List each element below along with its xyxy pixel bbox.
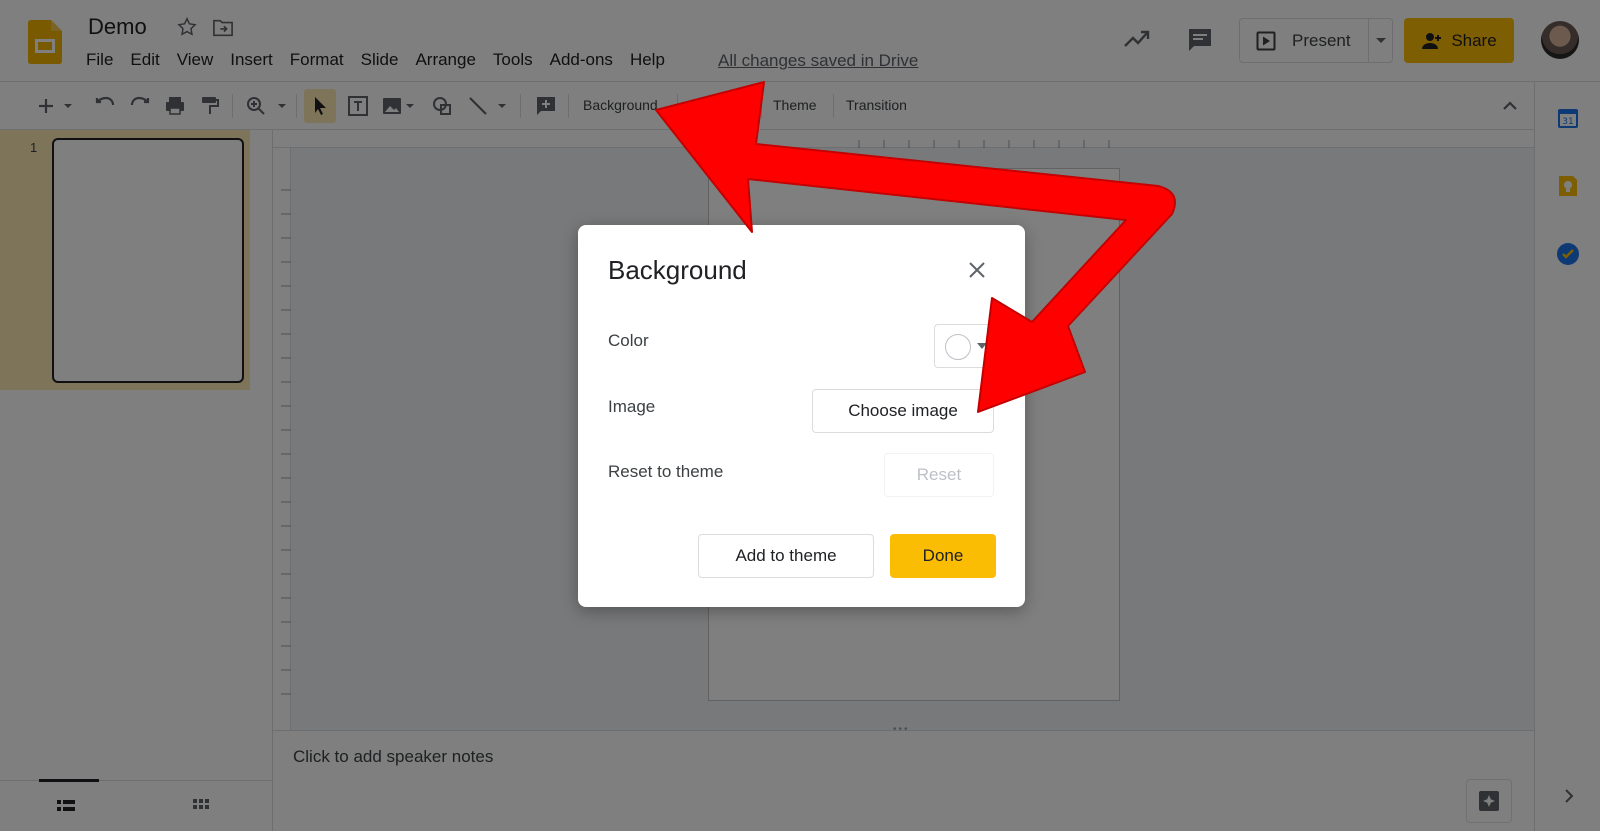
- dialog-title: Background: [608, 255, 747, 285]
- background-dialog: Background Color Image Choose image Rese…: [578, 225, 1025, 607]
- reset-to-theme-label: Reset to theme: [608, 462, 724, 481]
- image-label: Image: [608, 397, 656, 416]
- add-to-theme-button[interactable]: Add to theme: [698, 534, 874, 578]
- color-swatch: [945, 334, 971, 360]
- close-icon[interactable]: [966, 259, 988, 281]
- reset-button[interactable]: Reset: [884, 453, 994, 497]
- choose-image-button[interactable]: Choose image: [812, 389, 994, 433]
- done-button[interactable]: Done: [890, 534, 996, 578]
- color-picker-button[interactable]: [934, 324, 994, 368]
- chevron-down-icon: [977, 343, 987, 349]
- color-label: Color: [608, 331, 649, 350]
